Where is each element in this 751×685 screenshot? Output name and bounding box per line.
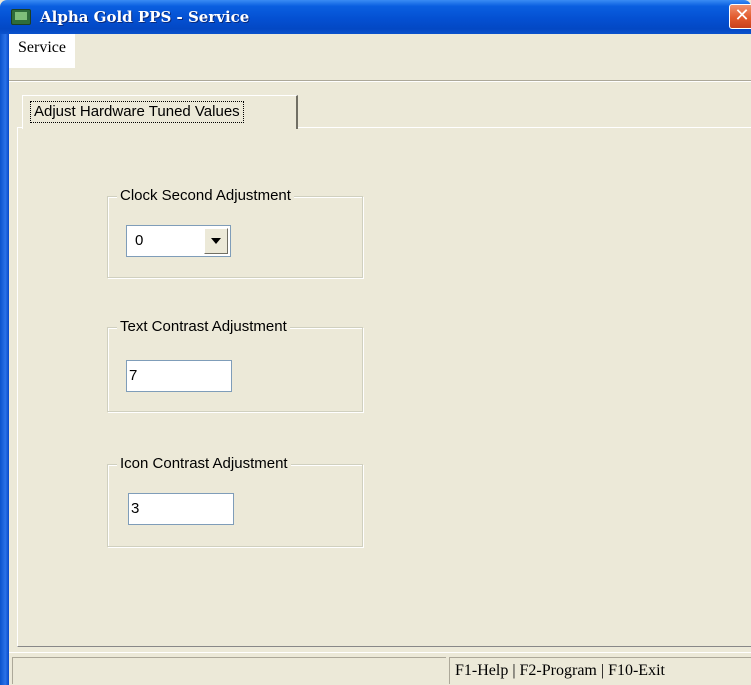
icon-contrast-adjustment-group: Icon Contrast Adjustment 3 [107,454,363,547]
input-value: 3 [131,500,140,517]
app-icon [11,9,31,25]
close-button[interactable]: ✕ [729,4,751,29]
text-contrast-adjustment-group: Text Contrast Adjustment 7 [107,317,363,412]
menu-item-service[interactable]: Service [9,34,75,68]
status-pane-right: F1-Help | F2-Program | F10-Exit [449,657,751,684]
close-icon: ✕ [734,5,750,26]
select-value: 0 [135,232,144,249]
text-contrast-input[interactable]: 7 [126,360,232,392]
group-title: Icon Contrast Adjustment [117,454,291,474]
status-bar: F1-Help | F2-Program | F10-Exit [9,652,751,685]
title-bar[interactable]: Alpha Gold PPS - Service ✕ [0,0,751,34]
tab-label: Adjust Hardware Tuned Values [30,101,244,123]
menu-bar: Service [9,34,751,80]
clock-second-adjustment-group: Clock Second Adjustment 0 [107,186,363,278]
window-frame-left [0,34,9,685]
service-window: Alpha Gold PPS - Service ✕ Service Adjus… [0,0,751,685]
menu-divider [9,80,751,82]
clock-second-select[interactable]: 0 [126,225,231,257]
status-pane-left [12,657,446,684]
chevron-down-icon [211,238,221,244]
input-value: 7 [129,367,138,384]
tab-adjust-hardware-tuned-values[interactable]: Adjust Hardware Tuned Values [22,95,298,129]
dropdown-button[interactable] [204,228,228,254]
group-title: Clock Second Adjustment [117,186,294,206]
icon-contrast-input[interactable]: 3 [128,493,234,525]
group-title: Text Contrast Adjustment [117,317,290,337]
status-shortcuts: F1-Help | F2-Program | F10-Exit [455,662,665,679]
window-title: Alpha Gold PPS - Service [40,8,250,26]
